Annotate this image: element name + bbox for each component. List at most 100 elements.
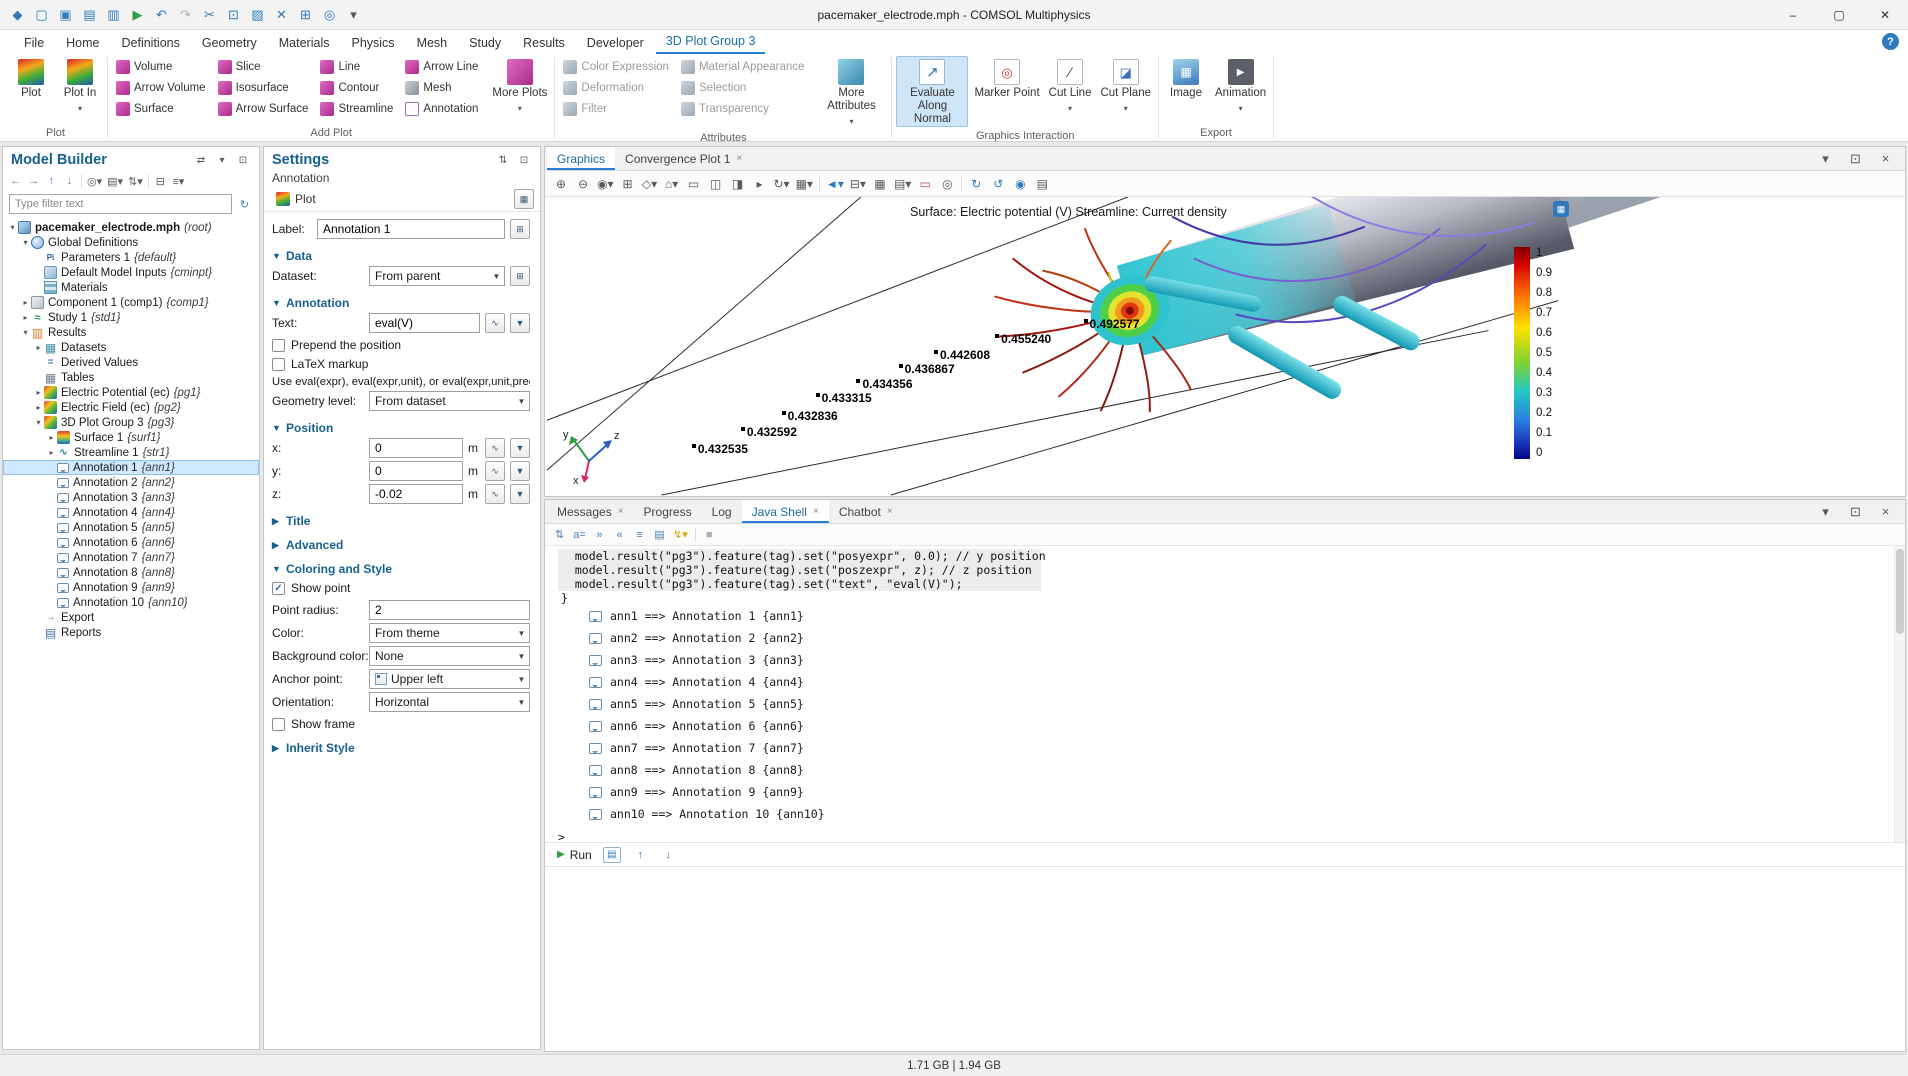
tree-right-arrow-icon[interactable]: ▸ bbox=[20, 298, 31, 307]
tab-chatbot[interactable]: Chatbot× bbox=[829, 500, 903, 523]
ribbon-button-deformation[interactable]: Deformation bbox=[559, 77, 677, 98]
tree-item-annotation-1[interactable]: Annotation 1{ann1} bbox=[3, 460, 259, 475]
view-orientation-icon[interactable]: ◇▾ bbox=[640, 174, 660, 194]
expression-menu-icon[interactable]: ▼ bbox=[510, 484, 530, 504]
range-icon[interactable]: ∿ bbox=[485, 461, 505, 481]
float-panel-icon[interactable]: ⊡ bbox=[516, 152, 532, 168]
ribbon-button-contour[interactable]: Contour bbox=[316, 77, 401, 98]
zoom-out-icon[interactable]: ⊖ bbox=[573, 174, 593, 194]
tab-log[interactable]: Log bbox=[702, 500, 742, 523]
shift-lines-icon[interactable]: ⇅ bbox=[551, 526, 568, 544]
help-button[interactable]: ? bbox=[1882, 33, 1899, 50]
minimize-button[interactable]: – bbox=[1770, 0, 1816, 29]
ribbon-button-image[interactable]: Image bbox=[1163, 56, 1209, 101]
switch-panel-icon[interactable]: ⇄ bbox=[193, 152, 209, 168]
tree-item-annotation-5[interactable]: Annotation 5{ann5} bbox=[3, 520, 259, 535]
ribbon-button-animation[interactable]: Animation▾ bbox=[1212, 56, 1269, 116]
save-icon[interactable]: ▤ bbox=[78, 4, 101, 26]
show-point-checkbox[interactable]: ✓ bbox=[272, 582, 285, 595]
section-coloring-and-style[interactable]: ▼ Coloring and Style bbox=[272, 562, 530, 576]
ribbon-button-surface[interactable]: Surface bbox=[112, 98, 214, 119]
scrollbar-thumb[interactable] bbox=[1896, 549, 1904, 634]
ribbon-button-arrow-volume[interactable]: Arrow Volume bbox=[112, 77, 214, 98]
tree-right-arrow-icon[interactable]: ▸ bbox=[46, 433, 57, 442]
x-position-input[interactable] bbox=[369, 438, 463, 458]
new-file-icon[interactable]: ▢ bbox=[30, 4, 53, 26]
ribbon-button-transparency[interactable]: Transparency bbox=[677, 98, 812, 119]
section-data[interactable]: ▼ Data bbox=[272, 249, 530, 263]
tree-item-default-model-inputs[interactable]: Default Model Inputs{cminpt} bbox=[3, 265, 259, 280]
tree-item-study-1[interactable]: ▸Study 1{std1} bbox=[3, 310, 259, 325]
refresh-icon[interactable]: ↻ bbox=[236, 195, 253, 213]
undo-icon[interactable]: ↶ bbox=[150, 4, 173, 26]
scrollbar[interactable] bbox=[1894, 546, 1905, 842]
tree-item-streamline-1[interactable]: ▸Streamline 1{str1} bbox=[3, 445, 259, 460]
app-logo-icon[interactable]: ◆ bbox=[6, 4, 29, 26]
ribbon-button-isosurface[interactable]: Isosurface bbox=[214, 77, 317, 98]
tree-item-tables[interactable]: Tables bbox=[3, 370, 259, 385]
close-tab-icon[interactable]: × bbox=[618, 506, 624, 517]
section-title[interactable]: ▶ Title bbox=[272, 514, 530, 528]
tree-item-surface-1[interactable]: ▸Surface 1{surf1} bbox=[3, 430, 259, 445]
maximize-button[interactable]: ▢ bbox=[1816, 0, 1862, 29]
menu-tab-3d-plot-group-3[interactable]: 3D Plot Group 3 bbox=[656, 31, 766, 54]
options-icon[interactable]: ⊞ bbox=[294, 4, 317, 26]
menu-tab-geometry[interactable]: Geometry bbox=[192, 33, 267, 54]
close-tab-icon[interactable]: × bbox=[813, 506, 819, 517]
ribbon-button-line[interactable]: Line bbox=[316, 56, 401, 77]
menu-tab-file[interactable]: File bbox=[14, 33, 54, 54]
tree-item-annotation-6[interactable]: Annotation 6{ann6} bbox=[3, 535, 259, 550]
tree-right-arrow-icon[interactable]: ▸ bbox=[33, 343, 44, 352]
ribbon-button-arrow-line[interactable]: Arrow Line bbox=[401, 56, 486, 77]
align-icon[interactable]: ≡ bbox=[631, 526, 648, 544]
forward-icon[interactable]: → bbox=[25, 172, 42, 190]
redo-icon[interactable]: ↷ bbox=[174, 4, 197, 26]
ribbon-button-marker-point[interactable]: Marker Point bbox=[971, 56, 1042, 101]
tree-item-export[interactable]: Export bbox=[3, 610, 259, 625]
frame-capture-icon[interactable]: ▭ bbox=[915, 174, 935, 194]
tree-item-annotation-3[interactable]: Annotation 3{ann3} bbox=[3, 490, 259, 505]
tree-down-arrow-icon[interactable]: ▾ bbox=[20, 238, 31, 247]
copy-icon[interactable]: ⊡ bbox=[222, 4, 245, 26]
minimize-panel-icon[interactable]: ▾ bbox=[1814, 501, 1837, 523]
insert-expression-icon[interactable]: ∿ bbox=[485, 313, 505, 333]
close-panel-icon[interactable]: × bbox=[1874, 501, 1897, 523]
filter-input[interactable] bbox=[9, 194, 232, 214]
view-yz-icon[interactable]: ◫ bbox=[706, 174, 726, 194]
ribbon-button-filter[interactable]: Filter bbox=[559, 98, 677, 119]
run-model-icon[interactable]: ▶ bbox=[126, 4, 149, 26]
edit-dataset-icon[interactable]: ⊞ bbox=[510, 266, 530, 286]
show-icon[interactable]: ◎▾ bbox=[85, 172, 104, 190]
range-icon[interactable]: ∿ bbox=[485, 438, 505, 458]
point-radius-input[interactable] bbox=[369, 600, 530, 620]
expression-menu-icon[interactable]: ▼ bbox=[510, 438, 530, 458]
tab-java-shell[interactable]: Java Shell× bbox=[742, 500, 829, 523]
plot-grid-icon[interactable]: ▦ bbox=[870, 174, 890, 194]
command-window-icon[interactable]: ▤ bbox=[603, 847, 621, 863]
tree-item-component-1-comp1[interactable]: ▸Component 1 (comp1){comp1} bbox=[3, 295, 259, 310]
move-down-icon[interactable]: ↓ bbox=[61, 172, 78, 190]
menu-tab-materials[interactable]: Materials bbox=[269, 33, 340, 54]
expression-menu-icon[interactable]: ▼ bbox=[510, 313, 530, 333]
close-tab-icon[interactable]: × bbox=[736, 153, 742, 164]
background-color-select[interactable]: None ▼ bbox=[369, 646, 530, 666]
y-position-input[interactable] bbox=[369, 461, 463, 481]
color-select[interactable]: From theme ▼ bbox=[369, 623, 530, 643]
print-plot-icon[interactable]: ▤ bbox=[1032, 174, 1052, 194]
ribbon-button-volume[interactable]: Volume bbox=[112, 56, 214, 77]
view-xy-icon[interactable]: ▭ bbox=[684, 174, 704, 194]
tab-convergence-plot-1[interactable]: Convergence Plot 1× bbox=[615, 147, 752, 170]
tree-down-arrow-icon[interactable]: ▾ bbox=[20, 328, 31, 337]
sort-icon[interactable]: ⇅▾ bbox=[126, 172, 145, 190]
tab-messages[interactable]: Messages× bbox=[547, 500, 634, 523]
run-button[interactable]: ▶ Run bbox=[557, 848, 592, 862]
plot-in-window-icon[interactable]: ▦ bbox=[514, 189, 534, 209]
update-plot-icon[interactable]: ↻ bbox=[966, 174, 986, 194]
panel-menu-icon[interactable]: ▾ bbox=[214, 152, 230, 168]
window-layout-icon[interactable]: ⊟▾ bbox=[848, 174, 868, 194]
menu-tab-home[interactable]: Home bbox=[56, 33, 109, 54]
indent-icon[interactable]: » bbox=[591, 526, 608, 544]
ribbon-button-plot-in[interactable]: Plot In▾ bbox=[57, 56, 103, 116]
tree-right-arrow-icon[interactable]: ▸ bbox=[33, 403, 44, 412]
snapshot-icon[interactable]: ◉ bbox=[1010, 174, 1030, 194]
